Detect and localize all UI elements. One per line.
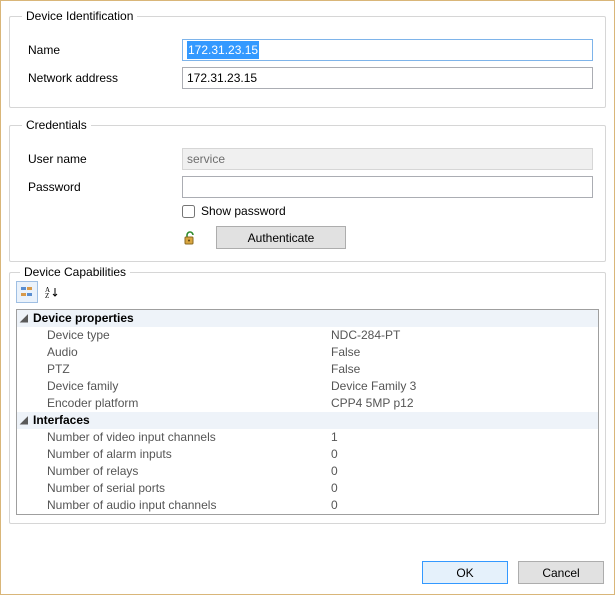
grid-row[interactable]: Number of serial ports0 [17, 480, 598, 497]
grid-row-label: Encoder platform [31, 395, 331, 412]
unlock-icon [182, 230, 198, 246]
collapse-icon[interactable]: ◢ [17, 310, 31, 327]
grid-row-label: Number of video input channels [31, 429, 331, 446]
grid-row[interactable]: AudioFalse [17, 344, 598, 361]
collapse-icon[interactable]: ◢ [17, 412, 31, 429]
grid-row-label: Number of alarm inputs [31, 446, 331, 463]
password-input[interactable] [182, 176, 593, 198]
grid-row[interactable]: Number of audio input channels0 [17, 497, 598, 514]
grid-row-value: Device Family 3 [331, 378, 598, 395]
show-password-label: Show password [201, 204, 286, 218]
network-address-label: Network address [22, 71, 182, 85]
dialog-footer: OK Cancel [422, 561, 604, 584]
grid-row-label: Audio [31, 344, 331, 361]
grid-group-header[interactable]: ◢Interfaces [17, 412, 598, 429]
grid-row-value: False [331, 344, 598, 361]
grid-row[interactable]: Device familyDevice Family 3 [17, 378, 598, 395]
authenticate-button[interactable]: Authenticate [216, 226, 346, 249]
name-input-value: 172.31.23.15 [187, 41, 259, 59]
grid-row[interactable]: Number of video input channels1 [17, 429, 598, 446]
name-input[interactable]: 172.31.23.15 [182, 39, 593, 61]
grid-row-value: 0 [331, 463, 598, 480]
device-identification-legend: Device Identification [22, 9, 137, 23]
svg-text:Z: Z [45, 292, 49, 299]
credentials-group: Credentials User name Password Show pass… [9, 118, 606, 262]
username-input [182, 148, 593, 170]
grid-row-label: Number of relays [31, 463, 331, 480]
grid-row-value: CPP4 5MP p12 [331, 395, 598, 412]
grid-row-value: 0 [331, 480, 598, 497]
categorized-view-button[interactable] [16, 281, 38, 303]
grid-row-label: PTZ [31, 361, 331, 378]
cancel-button[interactable]: Cancel [518, 561, 604, 584]
grid-row-value: 1 [331, 429, 598, 446]
grid-row-value: NDC-284-PT [331, 327, 598, 344]
password-label: Password [22, 180, 182, 194]
grid-row-value: 0 [331, 446, 598, 463]
device-capabilities-group: Device Capabilities A Z ◢Device properti… [9, 272, 606, 524]
grid-group-title: Device properties [31, 310, 134, 327]
grid-row[interactable]: Encoder platformCPP4 5MP p12 [17, 395, 598, 412]
grid-row-label: Number of serial ports [31, 480, 331, 497]
username-label: User name [22, 152, 182, 166]
show-password-checkbox[interactable] [182, 205, 195, 218]
grid-row-label: Number of audio input channels [31, 497, 331, 514]
alphabetical-view-button[interactable]: A Z [41, 281, 63, 303]
network-address-input[interactable] [182, 67, 593, 89]
grid-row-label: Device family [31, 378, 331, 395]
name-label: Name [22, 43, 182, 57]
grid-row[interactable]: Number of alarm inputs0 [17, 446, 598, 463]
ok-button[interactable]: OK [422, 561, 508, 584]
grid-row-value: 0 [331, 497, 598, 514]
grid-row[interactable]: PTZFalse [17, 361, 598, 378]
grid-group-title: Interfaces [31, 412, 90, 429]
grid-row[interactable]: Device typeNDC-284-PT [17, 327, 598, 344]
grid-row-label: Device type [31, 327, 331, 344]
grid-row[interactable]: Number of relays0 [17, 463, 598, 480]
grid-group-header[interactable]: ◢Device properties [17, 310, 598, 327]
capabilities-grid: ◢Device propertiesDevice typeNDC-284-PTA… [16, 309, 599, 515]
device-capabilities-legend: Device Capabilities [20, 265, 130, 279]
credentials-legend: Credentials [22, 118, 91, 132]
device-identification-group: Device Identification Name 172.31.23.15 … [9, 9, 606, 108]
grid-row-value: False [331, 361, 598, 378]
